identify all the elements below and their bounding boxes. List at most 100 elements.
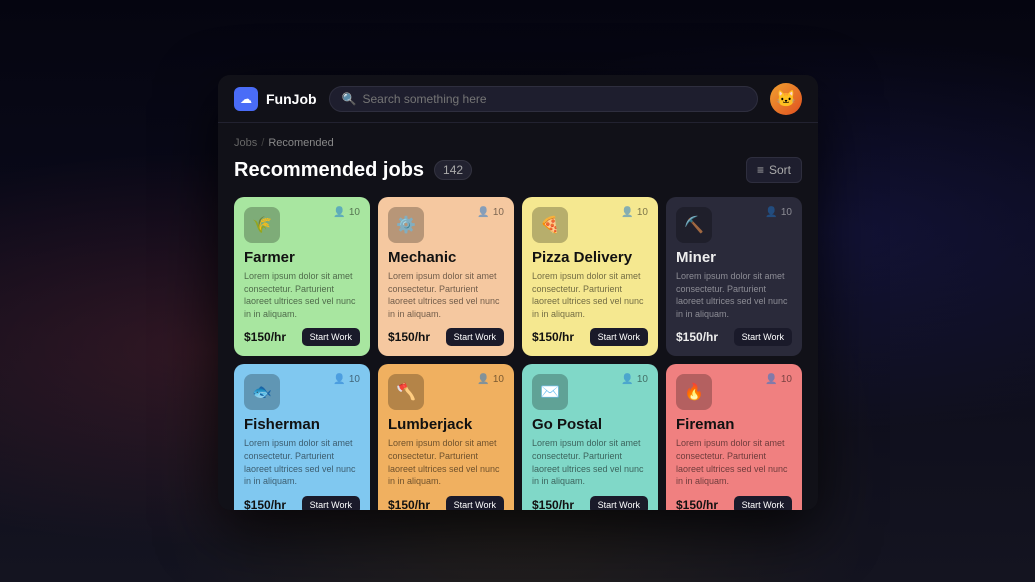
sort-label: Sort	[769, 163, 791, 177]
sort-button[interactable]: ≡ Sort	[746, 157, 802, 183]
job-pay-miner: $150/hr	[676, 330, 718, 344]
job-title-fireman: Fireman	[676, 416, 792, 433]
app-window: ☁ FunJob 🔍 🐱 Jobs / Recomended Recommend…	[218, 75, 818, 510]
breadcrumb-separator: /	[261, 137, 264, 149]
start-work-button-fireman[interactable]: Start Work	[734, 496, 792, 510]
job-icon-go-postal: ✉️	[532, 374, 568, 410]
page-title: Recommended jobs	[234, 159, 424, 182]
job-footer-lumberjack: $150/hr Start Work	[388, 496, 504, 510]
job-footer-fisherman: $150/hr Start Work	[244, 496, 360, 510]
job-desc-farmer: Lorem ipsum dolor sit amet consectetur. …	[244, 270, 360, 320]
job-desc-mechanic: Lorem ipsum dolor sit amet consectetur. …	[388, 270, 504, 320]
job-footer-mechanic: $150/hr Start Work	[388, 328, 504, 346]
jobs-grid: 🌾 👤 10 Farmer Lorem ipsum dolor sit amet…	[234, 197, 802, 510]
job-card-miner: ⛏️ 👤 10 Miner Lorem ipsum dolor sit amet…	[666, 197, 802, 356]
job-title-fisherman: Fisherman	[244, 416, 360, 433]
job-footer-miner: $150/hr Start Work	[676, 328, 792, 346]
job-card-lumberjack: 🪓 👤 10 Lumberjack Lorem ipsum dolor sit …	[378, 364, 514, 510]
job-card-go-postal: ✉️ 👤 10 Go Postal Lorem ipsum dolor sit …	[522, 364, 658, 510]
job-card-top: ✉️ 👤 10	[532, 374, 648, 410]
job-pay-lumberjack: $150/hr	[388, 498, 430, 510]
job-card-fireman: 🔥 👤 10 Fireman Lorem ipsum dolor sit ame…	[666, 364, 802, 510]
search-bar[interactable]: 🔍	[329, 86, 758, 112]
job-card-mechanic: ⚙️ 👤 10 Mechanic Lorem ipsum dolor sit a…	[378, 197, 514, 356]
worker-number: 10	[349, 207, 360, 218]
job-desc-lumberjack: Lorem ipsum dolor sit amet consectetur. …	[388, 437, 504, 487]
worker-number: 10	[493, 207, 504, 218]
job-icon-lumberjack: 🪓	[388, 374, 424, 410]
worker-icon: 👤	[621, 207, 633, 218]
page-header: Recommended jobs 142 ≡ Sort	[234, 157, 802, 183]
job-title-farmer: Farmer	[244, 249, 360, 266]
worker-number: 10	[637, 207, 648, 218]
header: ☁ FunJob 🔍 🐱	[218, 75, 818, 123]
job-title-miner: Miner	[676, 249, 792, 266]
job-footer-go-postal: $150/hr Start Work	[532, 496, 648, 510]
avatar[interactable]: 🐱	[770, 83, 802, 115]
job-card-top: ⚙️ 👤 10	[388, 207, 504, 243]
worker-icon: 👤	[765, 374, 777, 385]
breadcrumb: Jobs / Recomended	[234, 137, 802, 149]
job-card-top: 🐟 👤 10	[244, 374, 360, 410]
job-footer-pizza-delivery: $150/hr Start Work	[532, 328, 648, 346]
content-area: Jobs / Recomended Recommended jobs 142 ≡…	[218, 123, 818, 510]
logo-text: FunJob	[266, 91, 317, 107]
job-count-badge: 142	[434, 160, 472, 180]
worker-number: 10	[781, 207, 792, 218]
job-desc-pizza-delivery: Lorem ipsum dolor sit amet consectetur. …	[532, 270, 648, 320]
job-footer-farmer: $150/hr Start Work	[244, 328, 360, 346]
start-work-button-lumberjack[interactable]: Start Work	[446, 496, 504, 510]
job-title-go-postal: Go Postal	[532, 416, 648, 433]
sort-icon: ≡	[757, 163, 764, 177]
worker-number: 10	[637, 374, 648, 385]
job-pay-pizza-delivery: $150/hr	[532, 330, 574, 344]
worker-count-go-postal: 👤 10	[621, 374, 648, 385]
worker-count-lumberjack: 👤 10	[477, 374, 504, 385]
job-icon-miner: ⛏️	[676, 207, 712, 243]
start-work-button-farmer[interactable]: Start Work	[302, 328, 360, 346]
worker-icon: 👤	[477, 374, 489, 385]
worker-number: 10	[349, 374, 360, 385]
breadcrumb-parent[interactable]: Jobs	[234, 137, 257, 149]
job-title-pizza-delivery: Pizza Delivery	[532, 249, 648, 266]
search-input[interactable]	[363, 92, 746, 106]
start-work-button-go-postal[interactable]: Start Work	[590, 496, 648, 510]
worker-count-mechanic: 👤 10	[477, 207, 504, 218]
job-card-top: 🔥 👤 10	[676, 374, 792, 410]
job-title-lumberjack: Lumberjack	[388, 416, 504, 433]
worker-number: 10	[493, 374, 504, 385]
worker-icon: 👤	[333, 374, 345, 385]
worker-count-fisherman: 👤 10	[333, 374, 360, 385]
start-work-button-mechanic[interactable]: Start Work	[446, 328, 504, 346]
job-pay-farmer: $150/hr	[244, 330, 286, 344]
worker-number: 10	[781, 374, 792, 385]
job-card-fisherman: 🐟 👤 10 Fisherman Lorem ipsum dolor sit a…	[234, 364, 370, 510]
job-desc-miner: Lorem ipsum dolor sit amet consectetur. …	[676, 270, 792, 320]
worker-count-fireman: 👤 10	[765, 374, 792, 385]
worker-icon: 👤	[477, 207, 489, 218]
job-desc-fisherman: Lorem ipsum dolor sit amet consectetur. …	[244, 437, 360, 487]
job-icon-farmer: 🌾	[244, 207, 280, 243]
job-title-mechanic: Mechanic	[388, 249, 504, 266]
job-pay-fireman: $150/hr	[676, 498, 718, 510]
worker-count-farmer: 👤 10	[333, 207, 360, 218]
worker-count-miner: 👤 10	[765, 207, 792, 218]
start-work-button-fisherman[interactable]: Start Work	[302, 496, 360, 510]
job-card-pizza-delivery: 🍕 👤 10 Pizza Delivery Lorem ipsum dolor …	[522, 197, 658, 356]
start-work-button-pizza-delivery[interactable]: Start Work	[590, 328, 648, 346]
breadcrumb-current: Recomended	[268, 137, 333, 149]
start-work-button-miner[interactable]: Start Work	[734, 328, 792, 346]
job-icon-pizza-delivery: 🍕	[532, 207, 568, 243]
job-desc-go-postal: Lorem ipsum dolor sit amet consectetur. …	[532, 437, 648, 487]
job-card-top: 🪓 👤 10	[388, 374, 504, 410]
job-pay-mechanic: $150/hr	[388, 330, 430, 344]
job-card-top: 🌾 👤 10	[244, 207, 360, 243]
job-icon-mechanic: ⚙️	[388, 207, 424, 243]
page-title-area: Recommended jobs 142	[234, 159, 472, 182]
job-card-farmer: 🌾 👤 10 Farmer Lorem ipsum dolor sit amet…	[234, 197, 370, 356]
worker-icon: 👤	[765, 207, 777, 218]
logo-area: ☁ FunJob	[234, 87, 317, 111]
job-card-top: ⛏️ 👤 10	[676, 207, 792, 243]
job-icon-fisherman: 🐟	[244, 374, 280, 410]
worker-icon: 👤	[621, 374, 633, 385]
